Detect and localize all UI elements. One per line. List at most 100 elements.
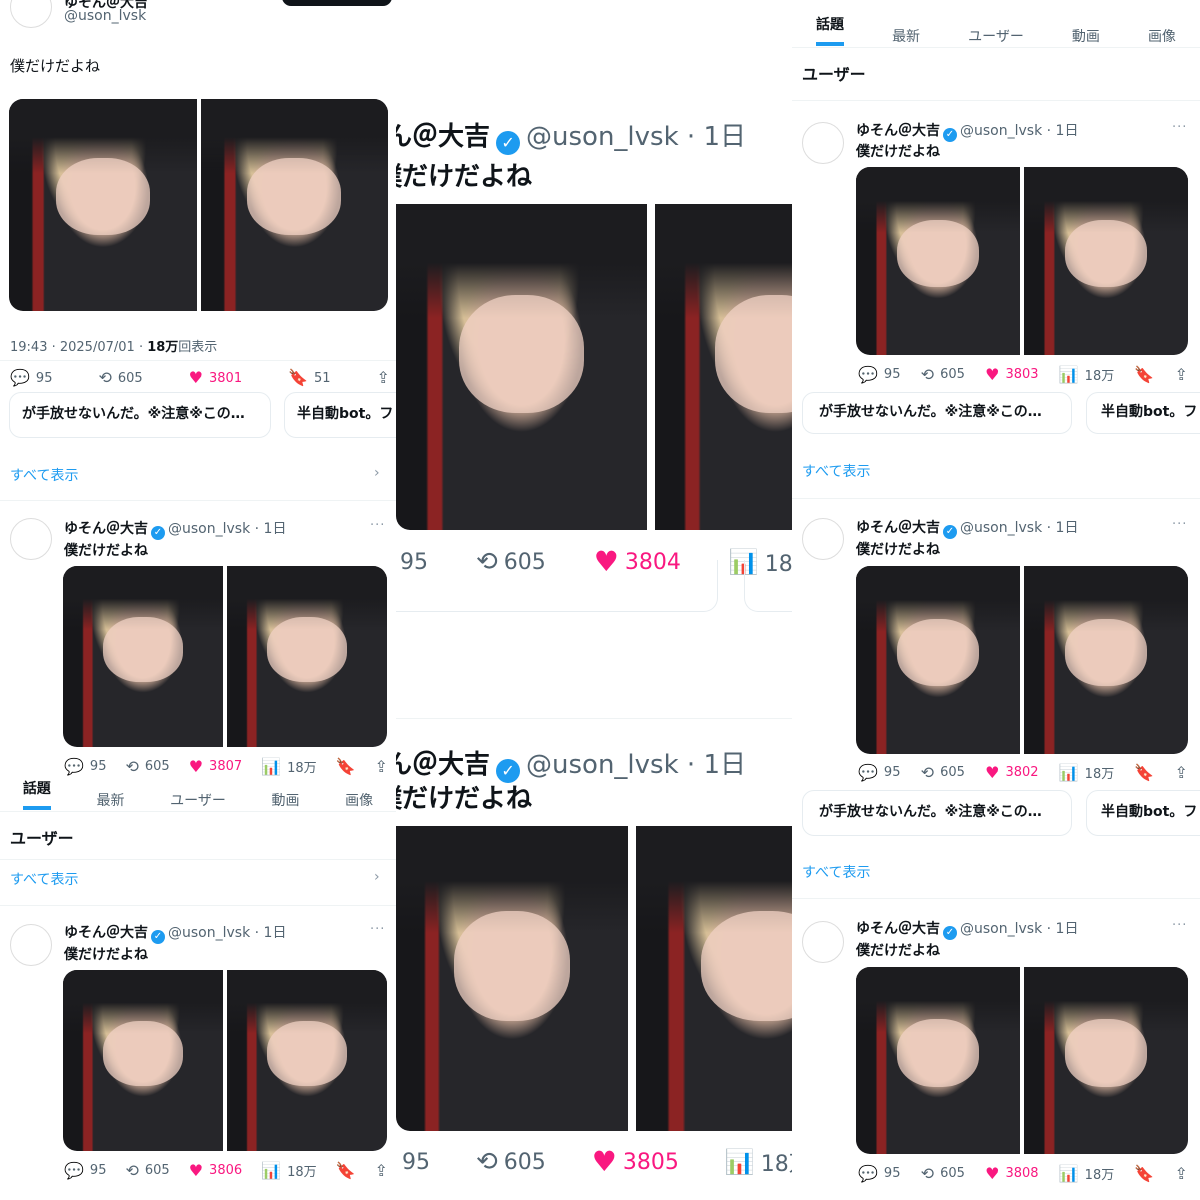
author-handle[interactable]: @uson_lvsk [526,750,679,780]
quote-card[interactable]: が手放せないんだ。※注意※この… [802,790,1072,836]
bookmark-button[interactable]: 🔖 [1134,1165,1154,1182]
quote-card[interactable] [744,560,792,612]
author-handle[interactable]: @uson_lvsk [64,8,146,24]
retweet-button[interactable]: ⟲ 605 [921,764,965,781]
photo-2[interactable] [1024,167,1188,355]
bookmark-button[interactable]: 🔖 51 [288,370,330,386]
avatar[interactable] [802,921,844,963]
avatar[interactable] [10,518,52,560]
photo-2[interactable] [227,970,387,1151]
like-button[interactable]: ♥ 3803 [985,366,1038,383]
author-name[interactable]: ゆそん＠大吉 [64,925,148,941]
photo-1[interactable] [856,167,1020,355]
photo-1[interactable] [63,566,223,747]
like-button[interactable]: ♥ 3808 [985,1165,1038,1182]
retweet-button[interactable]: ⟲ 605 [921,366,965,383]
more-icon[interactable]: ··· [1172,120,1187,135]
photo-1[interactable] [396,204,647,530]
author-handle[interactable]: @uson_lvsk [960,921,1042,937]
tweet-media[interactable] [856,566,1188,754]
views-button[interactable]: 📊18万 [261,757,316,776]
tab-images[interactable]: 画像 [345,790,373,810]
tab-topics[interactable]: 話題 [816,14,845,46]
share-button[interactable]: ⇪ [1175,1165,1188,1182]
tweet-media[interactable] [63,970,387,1151]
share-button[interactable]: ⇪ [1175,764,1188,781]
more-icon[interactable]: ··· [370,518,385,533]
bookmark-button[interactable]: 🔖 [336,758,356,775]
tweet-media[interactable] [856,967,1188,1154]
author-name[interactable]: ゆそん＠大吉 [396,122,490,152]
reply-button[interactable]: 💬 95 [64,1162,106,1179]
reply-button[interactable]: 💬 95 [858,1165,900,1182]
more-icon[interactable]: ··· [1172,918,1187,933]
share-button[interactable]: ⇪ [375,758,388,775]
author-name[interactable]: ゆそん＠大吉 [64,521,148,537]
like-button[interactable]: ♥ 3806 [189,1162,242,1179]
views-button[interactable]: 📊18万 [1059,365,1114,384]
views-button[interactable]: 📊18万 [261,1161,316,1180]
photo-2[interactable] [200,99,388,311]
tab-users[interactable]: ユーザー [170,790,226,810]
tweet-media[interactable] [396,204,792,530]
tab-users[interactable]: ユーザー [968,26,1024,46]
more-icon[interactable]: ··· [1172,517,1187,532]
reply-button[interactable]: 💬 95 [858,366,900,383]
photo-2[interactable] [636,826,792,1131]
tweet-media[interactable] [63,566,387,747]
bookmark-button[interactable]: 🔖 [1134,366,1154,383]
author-handle[interactable]: @uson_lvsk [168,925,250,941]
quote-card[interactable]: 半自動bot。フ [284,392,396,438]
quote-card[interactable]: が手放せないんだ。※注意※この… [802,392,1072,434]
photo-2[interactable] [1024,967,1188,1154]
views-button[interactable]: 📊18万 [1059,763,1114,782]
photo-1[interactable] [856,566,1020,754]
follow-button[interactable] [282,0,392,6]
tweet-media[interactable] [9,99,388,311]
retweet-button[interactable]: ⟲ 605 [125,758,169,775]
author-handle[interactable]: @uson_lvsk [168,521,250,537]
reply-button[interactable]: 💬 95 [858,764,900,781]
photo-1[interactable] [396,826,628,1131]
tab-images[interactable]: 画像 [1148,26,1176,46]
author-handle[interactable]: @uson_lvsk [960,123,1042,139]
avatar[interactable] [10,0,52,28]
see-all-link[interactable]: すべて表示 [10,869,78,889]
tab-latest[interactable]: 最新 [892,26,920,46]
quote-card[interactable]: 半自動bot。フ [1086,392,1200,434]
see-all-link[interactable]: すべて表示 [10,465,78,485]
author-name[interactable]: ゆそん＠大吉 [856,921,940,937]
retweet-button[interactable]: ⟲ 605 [98,370,142,386]
like-button[interactable]: ♥ 3807 [189,758,242,775]
tab-latest[interactable]: 最新 [96,790,124,810]
bookmark-button[interactable]: 🔖 [1134,764,1154,781]
share-button[interactable]: ⇪ [375,1162,388,1179]
share-button[interactable]: ⇪ [1175,366,1188,383]
author-name[interactable]: ゆそん＠大吉 [856,123,940,139]
views-button[interactable]: 📊18万 [1059,1164,1114,1183]
more-icon[interactable]: ··· [370,922,385,937]
retweet-button[interactable]: ⟲ 605 [476,1149,546,1175]
bookmark-button[interactable]: 🔖 [336,1162,356,1179]
photo-1[interactable] [9,99,197,311]
tweet-media[interactable] [396,826,792,1131]
avatar[interactable] [802,518,844,560]
see-all-link[interactable]: すべて表示 [802,461,870,481]
photo-2[interactable] [1024,566,1188,754]
quote-card[interactable]: 半自動bot。フ [1086,790,1200,836]
quote-card[interactable] [396,560,718,612]
avatar[interactable] [802,122,844,164]
author-name[interactable]: ゆそん＠大吉 [396,750,490,780]
retweet-button[interactable]: ⟲ 605 [125,1162,169,1179]
reply-button[interactable]: 💬 95 [10,370,52,386]
avatar[interactable] [10,924,52,966]
reply-button[interactable]: 95 [402,1150,430,1175]
like-button[interactable]: ♥ 3801 [189,370,242,386]
see-all-link[interactable]: すべて表示 [802,862,870,882]
quote-card[interactable]: が手放せないんだ。※注意※この… [9,392,271,438]
like-button[interactable]: ♥ 3802 [985,764,1038,781]
photo-1[interactable] [63,970,223,1151]
like-button[interactable]: ♥ 3805 [592,1148,679,1176]
photo-1[interactable] [856,967,1020,1154]
share-button[interactable]: ⇪ [377,370,390,386]
